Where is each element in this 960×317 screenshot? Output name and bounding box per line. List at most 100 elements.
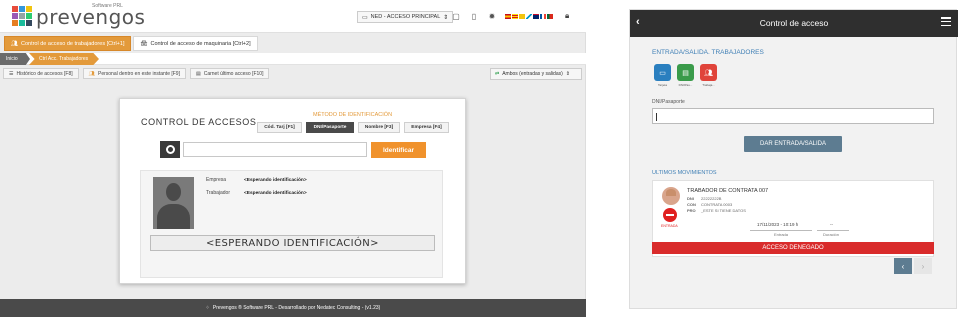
brand-name: prevengos [36,5,146,29]
flag-gl-icon[interactable] [526,14,532,19]
movement-worker-name: TRABADOR DE CONTRATA 007 [687,188,769,194]
flag-en-icon[interactable] [533,14,539,19]
status-display: <ESPERANDO IDENTIFICACIÓN> [150,235,435,251]
quick-dni-label: DNI/Pas... [678,83,693,87]
car-icon: 🚘︎ [140,40,148,47]
lock-icon[interactable]: 🔒︎ [565,11,569,21]
contract-key: CON [687,202,696,207]
method-dni-passport[interactable]: DNI/Pasaporte [306,122,354,133]
access-control-card: CONTROL DE ACCESOS MÉTODO DE IDENTIFICAC… [119,98,466,284]
movement-duration-caption: Duración [823,232,840,237]
chat-icon[interactable]: ▢ [452,12,460,21]
tab-workers-access[interactable]: 👥︎ Control de acceso de trabajadores [Ct… [4,36,132,51]
section-last-movements-title: ULTIMOS MOVIMIENTOS [652,170,717,176]
avatar-placeholder-icon [153,177,194,229]
footer: ⁘ Prevengos ® Software PRL - Desarrollad… [0,299,586,317]
gear-icon[interactable]: ✹ [488,12,496,21]
dni-label: DNI/Pasaporte [652,99,685,105]
chevron-down-icon: ⇕ [565,71,570,77]
logo-icon [12,6,32,26]
mobile-header: ‹ Control de acceso [630,10,958,37]
movement-date-caption: Entrada [774,232,789,237]
workers-icon: 👥︎ [700,64,717,81]
card-title: CONTROL DE ACCESOS [141,117,257,127]
history-label: Histórico de accesos [F8] [16,70,73,77]
worker-photo [662,187,680,205]
people-icon: 👥︎ [88,70,95,77]
method-name[interactable]: Nombre [F3] [358,122,400,133]
tab-label: Control de acceso de trabajadores [Ctrl+… [20,40,125,47]
worker-label: Trabajador [206,190,230,196]
workers-icon: 👥︎ [11,40,18,47]
mobile-app: ‹ Control de acceso ENTRADA/SALIDA. TRAB… [629,9,958,309]
project-key: PRO [687,208,696,213]
movement-date: 17/11/2023 - 10:19 h [757,222,799,227]
company-label: Empresa [206,177,227,183]
brand-subtitle: Software PRL [92,3,123,9]
language-flags[interactable] [505,14,553,19]
hamburger-menu-icon[interactable] [941,17,951,26]
movement-type: ENTRADA [661,224,678,228]
access-denied-badge: ACCESO DENEGADO [652,242,934,254]
contract-value: CONTRATA 0003 [701,202,733,207]
tab-machinery-access[interactable]: 🚘︎ Control de acceso de maquinaria [Ctrl… [133,36,258,51]
section-entry-exit-title: ENTRADA/SALIDA. TRABAJADORES [652,49,764,56]
quick-card-button[interactable]: ▭ Tarjeta [654,64,671,87]
identification-input[interactable] [183,142,367,157]
last-access-card-button[interactable]: ▤ Carnet último acceso [F10] [189,68,270,79]
quick-card-label: Tarjeta [657,83,667,87]
worker-value: <Esperando identificación> [244,191,307,196]
chevron-updown-icon: ⇕ [443,14,449,21]
action-bar: ☰ Histórico de accesos [F8] 👥︎ Personal … [3,68,270,79]
flag-pt-icon[interactable] [547,14,553,19]
method-card-code[interactable]: Cód. Tarj [F1] [257,122,302,133]
breadcrumb: Inicio Ctrl Acc. Trabajadores [0,53,586,65]
dni-value: 22222222B [701,196,722,201]
card-icon: ▭ [654,64,671,81]
method-company[interactable]: Empresa [F4] [404,122,449,133]
give-entry-exit-button[interactable]: DAR ENTRADA/SALIDA [744,136,842,152]
history-button[interactable]: ☰ Histórico de accesos [F8] [3,68,79,79]
direction-filter-select[interactable]: ⇄ Ambos (entradas y salidas) ⇕ [490,68,582,80]
denied-icon [663,208,677,222]
id-card-icon: ▤ [195,70,201,77]
tab-label: Control de acceso de maquinaria [Ctrl+2] [150,40,251,47]
previous-page-button[interactable]: ‹ [894,258,912,274]
quick-dni-button[interactable]: ▤ DNI/Pas... [677,64,694,87]
direction-filter-value: Ambos (entradas y salidas) [502,71,563,77]
identification-method-tabs: Cód. Tarj [F1] DNI/Pasaporte Nombre [F3]… [257,122,449,133]
breadcrumb-home[interactable]: Inicio [0,53,30,65]
top-bar: prevengos Software PRL ▭ NED - ACCESO PR… [0,0,586,33]
personnel-inside-button[interactable]: 👥︎ Personal dentro en este instante [F9] [82,68,186,79]
identify-button[interactable]: Identificar [371,142,426,158]
direction-icon: ⇄ [495,71,500,77]
phone-icon[interactable]: ▯ [470,12,478,21]
quick-workers-button[interactable]: 👥︎ Trabaja... [700,64,717,87]
last-card-label: Carnet último acceso [F10] [203,70,264,77]
access-point-label: NED - ACCESO PRINCIPAL [370,14,441,20]
loader-icon: ⁘ [205,305,210,311]
project-value: _ESTE SI TIENE DATOS [701,208,746,213]
flag-eu-icon[interactable] [519,14,525,19]
flag-ca-icon[interactable] [512,14,518,19]
list-icon: ☰ [9,70,14,77]
movement-duration: -- [830,222,833,227]
tab-bar: 👥︎ Control de acceso de trabajadores [Ct… [4,36,258,51]
worker-info-panel: Empresa <Esperando identificación> Traba… [140,170,443,278]
flag-es-icon[interactable] [505,14,511,19]
dni-input[interactable] [652,108,934,124]
id-card-icon: ▤ [677,64,694,81]
quick-workers-label: Trabaja... [702,83,715,87]
next-page-button[interactable]: › [914,258,932,274]
method-title: MÉTODO DE IDENTIFICACIÓN [313,112,393,118]
mobile-title: Control de acceso [759,18,829,28]
company-value: <Esperando identificación> [244,178,307,183]
dni-key: DNI [687,196,694,201]
flag-fr-icon[interactable] [540,14,546,19]
desktop-app: prevengos Software PRL ▭ NED - ACCESO PR… [0,0,586,317]
footer-text: Prevengos ® Software PRL - Desarrollado … [212,305,381,311]
personnel-label: Personal dentro en este instante [F9] [97,70,180,77]
monitor-icon: ▭ [362,14,368,21]
access-point-selector[interactable]: ▭ NED - ACCESO PRINCIPAL ⇕ [357,11,454,23]
webcam-icon[interactable] [160,141,180,158]
